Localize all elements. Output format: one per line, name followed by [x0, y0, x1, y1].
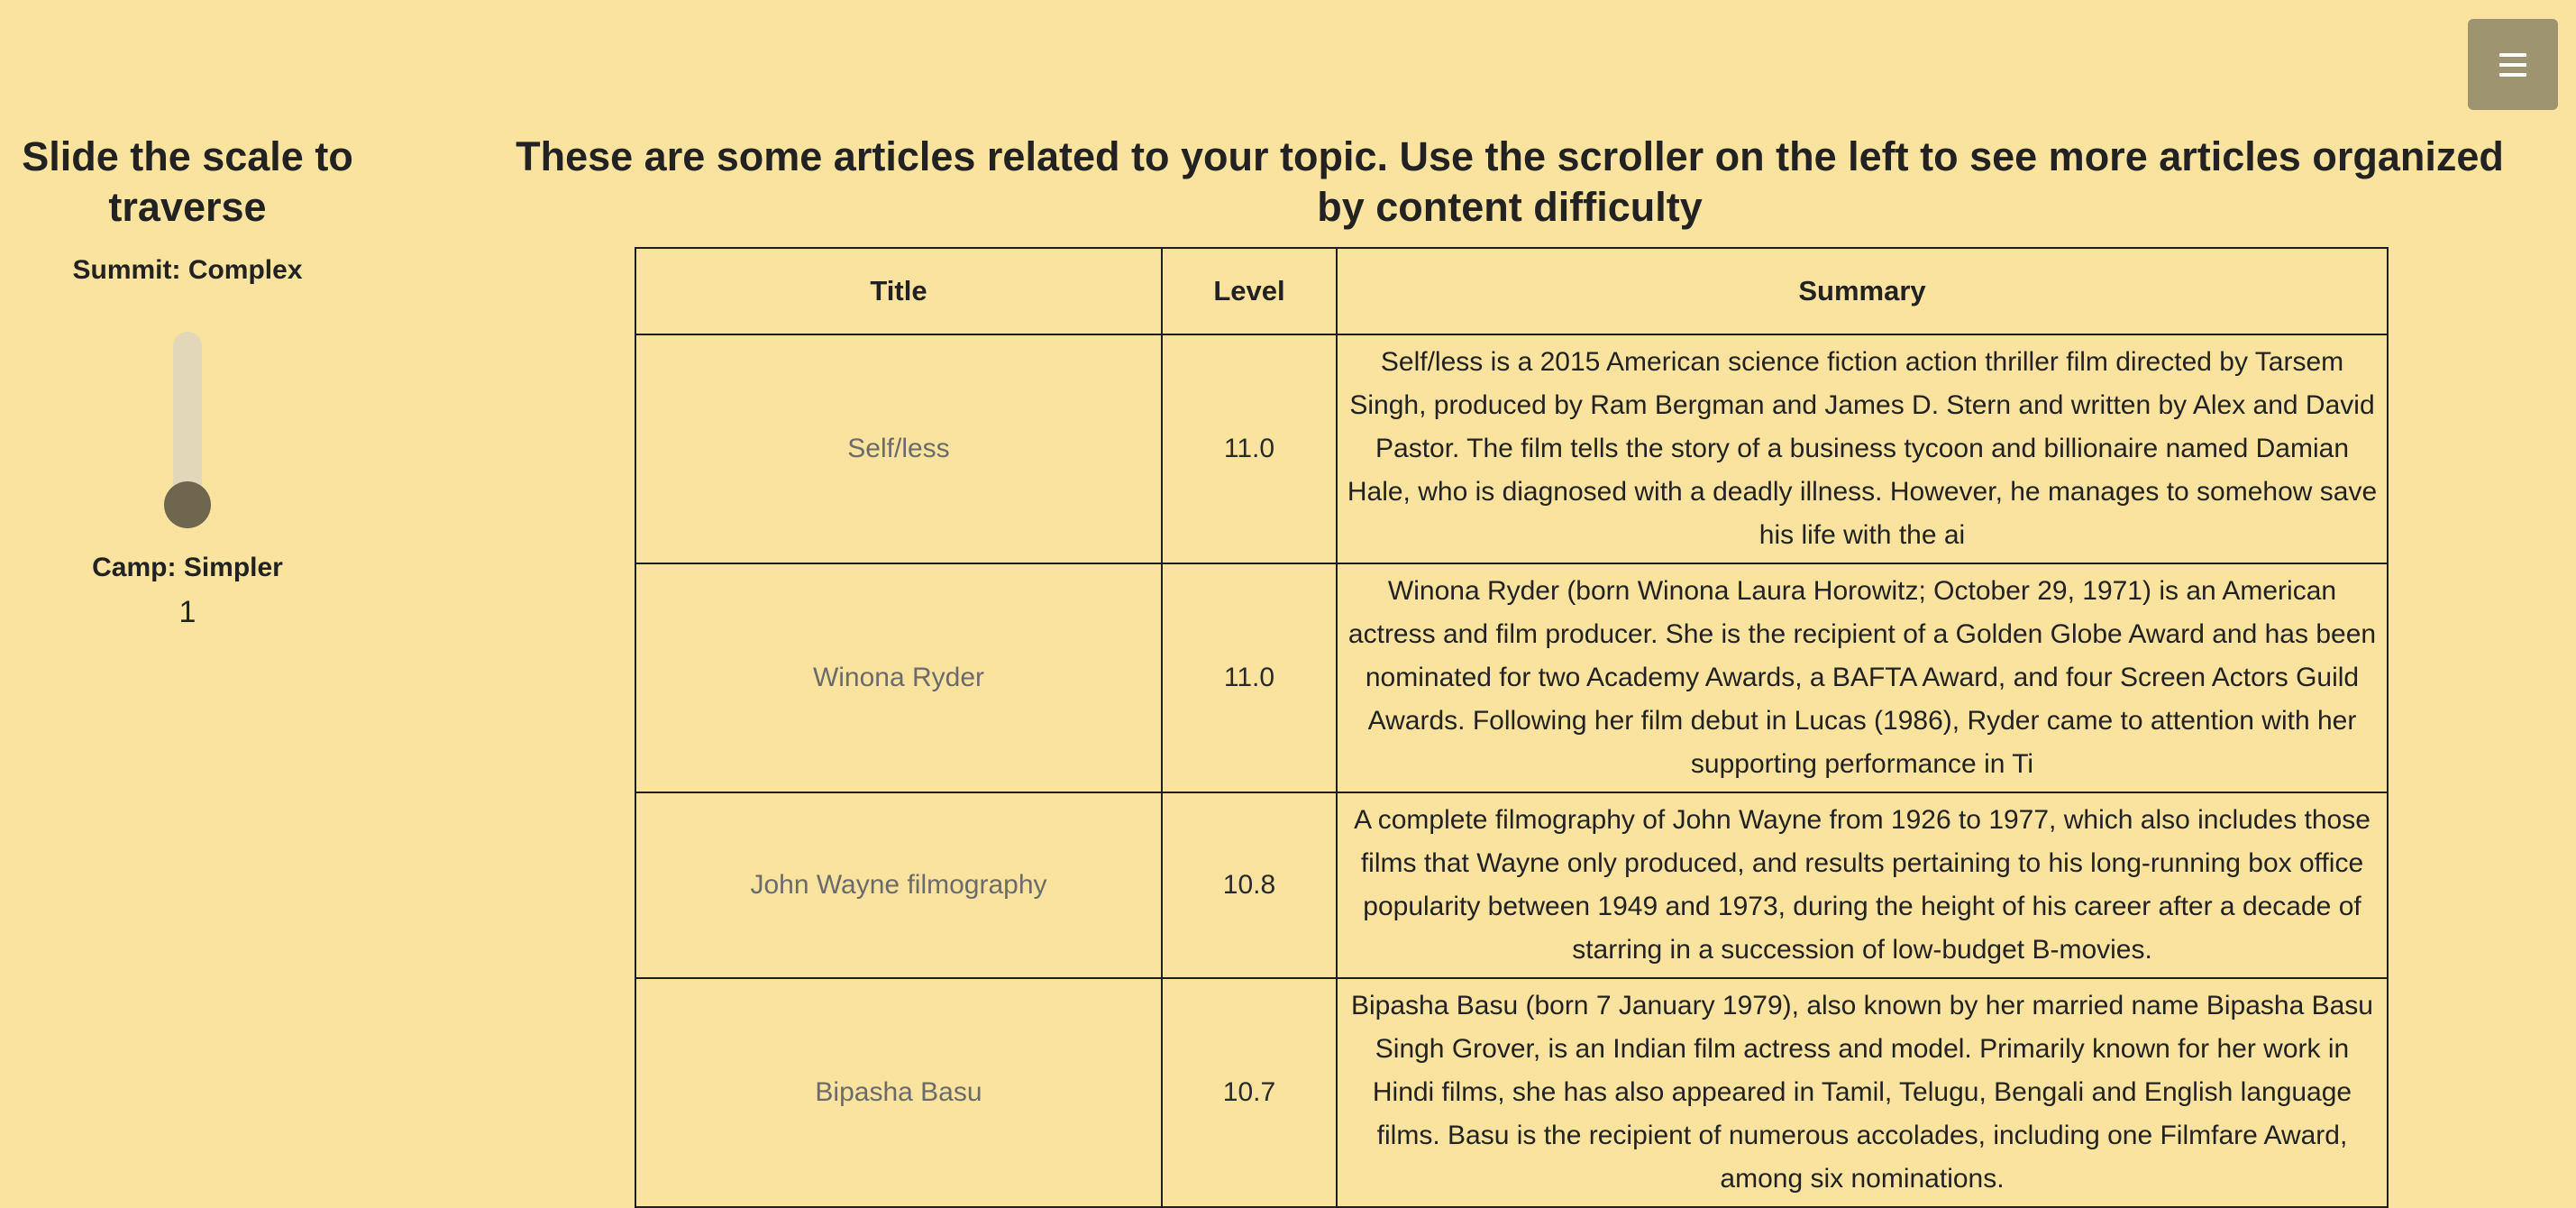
summary-cell: Self/less is a 2015 American science fic…	[1336, 334, 2389, 564]
table-row: Self/less 11.0 Self/less is a 2015 Ameri…	[635, 334, 2389, 564]
table-row: Winona Ryder 11.0 Winona Ryder (born Win…	[635, 563, 2389, 793]
summary-cell: A complete filmography of John Wayne fro…	[1336, 792, 2389, 979]
slider-value: 1	[178, 595, 196, 629]
level-cell: 11.0	[1161, 334, 1338, 564]
summary-cell: Winona Ryder (born Winona Laura Horowitz…	[1336, 563, 2389, 793]
table-header-row: Title Level Summary	[635, 247, 2389, 335]
title-cell: Winona Ryder	[635, 563, 1163, 793]
column-header-level: Level	[1161, 247, 1338, 335]
difficulty-sidebar: Slide the scale to traverse Summit: Comp…	[0, 126, 375, 631]
title-cell: Self/less	[635, 334, 1163, 564]
column-header-summary: Summary	[1336, 247, 2389, 335]
slider-thumb[interactable]	[164, 481, 211, 528]
title-cell: Bipasha Basu	[635, 977, 1163, 1208]
page-heading: These are some articles related to your …	[516, 133, 2504, 230]
camp-label: Camp: Simpler	[92, 553, 283, 582]
column-header-title: Title	[635, 247, 1163, 335]
difficulty-slider[interactable]	[160, 332, 215, 539]
article-title-link[interactable]: John Wayne filmography	[750, 870, 1046, 900]
article-title-link[interactable]: Bipasha Basu	[815, 1077, 982, 1107]
article-title-link[interactable]: Self/less	[847, 434, 949, 463]
level-cell: 10.8	[1161, 792, 1338, 979]
summit-label: Summit: Complex	[72, 255, 303, 285]
table-row: Bipasha Basu 10.7 Bipasha Basu (born 7 J…	[635, 977, 2389, 1208]
menu-button[interactable]	[2468, 19, 2558, 110]
table-row: John Wayne filmography 10.8 A complete f…	[635, 792, 2389, 979]
sidebar-title: Slide the scale to traverse	[22, 133, 353, 230]
article-title-link[interactable]: Winona Ryder	[813, 663, 984, 692]
hamburger-icon	[2499, 52, 2526, 77]
level-cell: 10.7	[1161, 977, 1338, 1208]
articles-table: Title Level Summary Self/less 11.0 Self/…	[635, 247, 2389, 1208]
level-cell: 11.0	[1161, 563, 1338, 793]
summary-cell: Bipasha Basu (born 7 January 1979), also…	[1336, 977, 2389, 1208]
title-cell: John Wayne filmography	[635, 792, 1163, 979]
